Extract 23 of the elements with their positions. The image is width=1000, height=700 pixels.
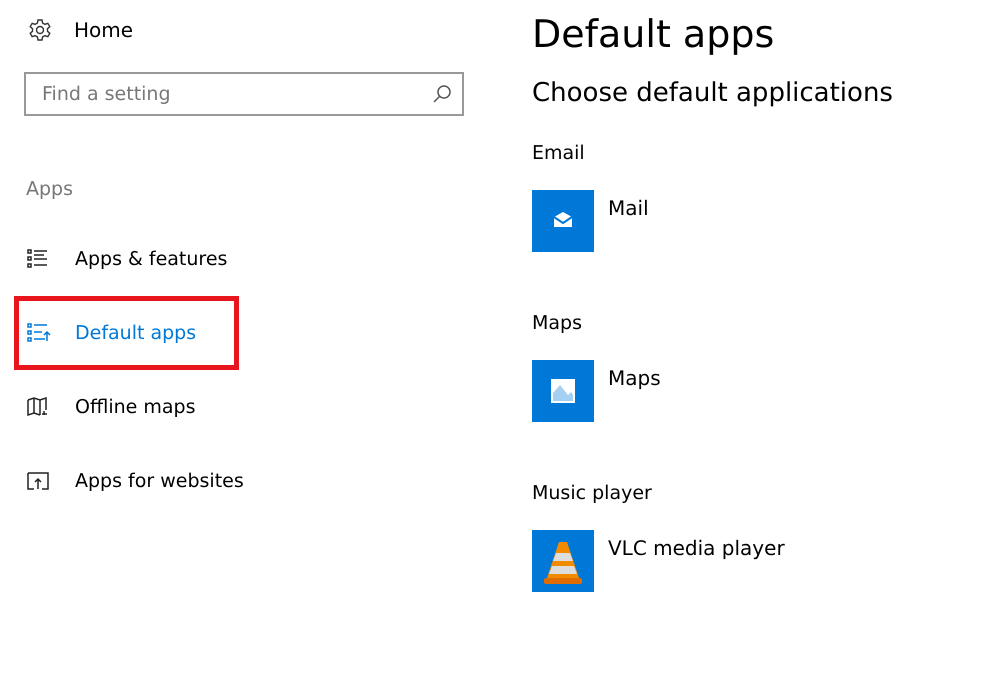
home-link[interactable]: Home	[28, 18, 500, 42]
search-field[interactable]: Find a setting	[24, 72, 464, 116]
section-title: Choose default applications	[532, 78, 894, 108]
app-picker[interactable]: Mail	[532, 190, 1000, 252]
section-heading: Apps	[26, 178, 74, 200]
window-arrow-icon	[27, 472, 49, 490]
page-title: Default apps	[532, 12, 776, 56]
list-arrow-icon	[27, 323, 51, 343]
traffic-cone-tile-icon	[532, 530, 594, 592]
mail-tile-icon	[532, 190, 594, 252]
search-icon	[432, 84, 452, 104]
category-label: Email	[532, 142, 586, 164]
app-picker[interactable]: Maps	[532, 360, 1000, 422]
settings-icon	[28, 18, 52, 42]
picture-tile-icon	[532, 360, 594, 422]
category-label: Music player	[532, 482, 653, 504]
nav-item[interactable]: Apps & features	[14, 222, 252, 296]
nav-item[interactable]: Apps for websites	[14, 444, 269, 518]
app-picker[interactable]: VLC media player	[532, 530, 1000, 592]
nav-item[interactable]: Default apps	[14, 296, 239, 370]
list-icon	[27, 249, 49, 269]
nav-item[interactable]: Offline maps	[14, 370, 239, 444]
category-label: Maps	[532, 312, 583, 334]
